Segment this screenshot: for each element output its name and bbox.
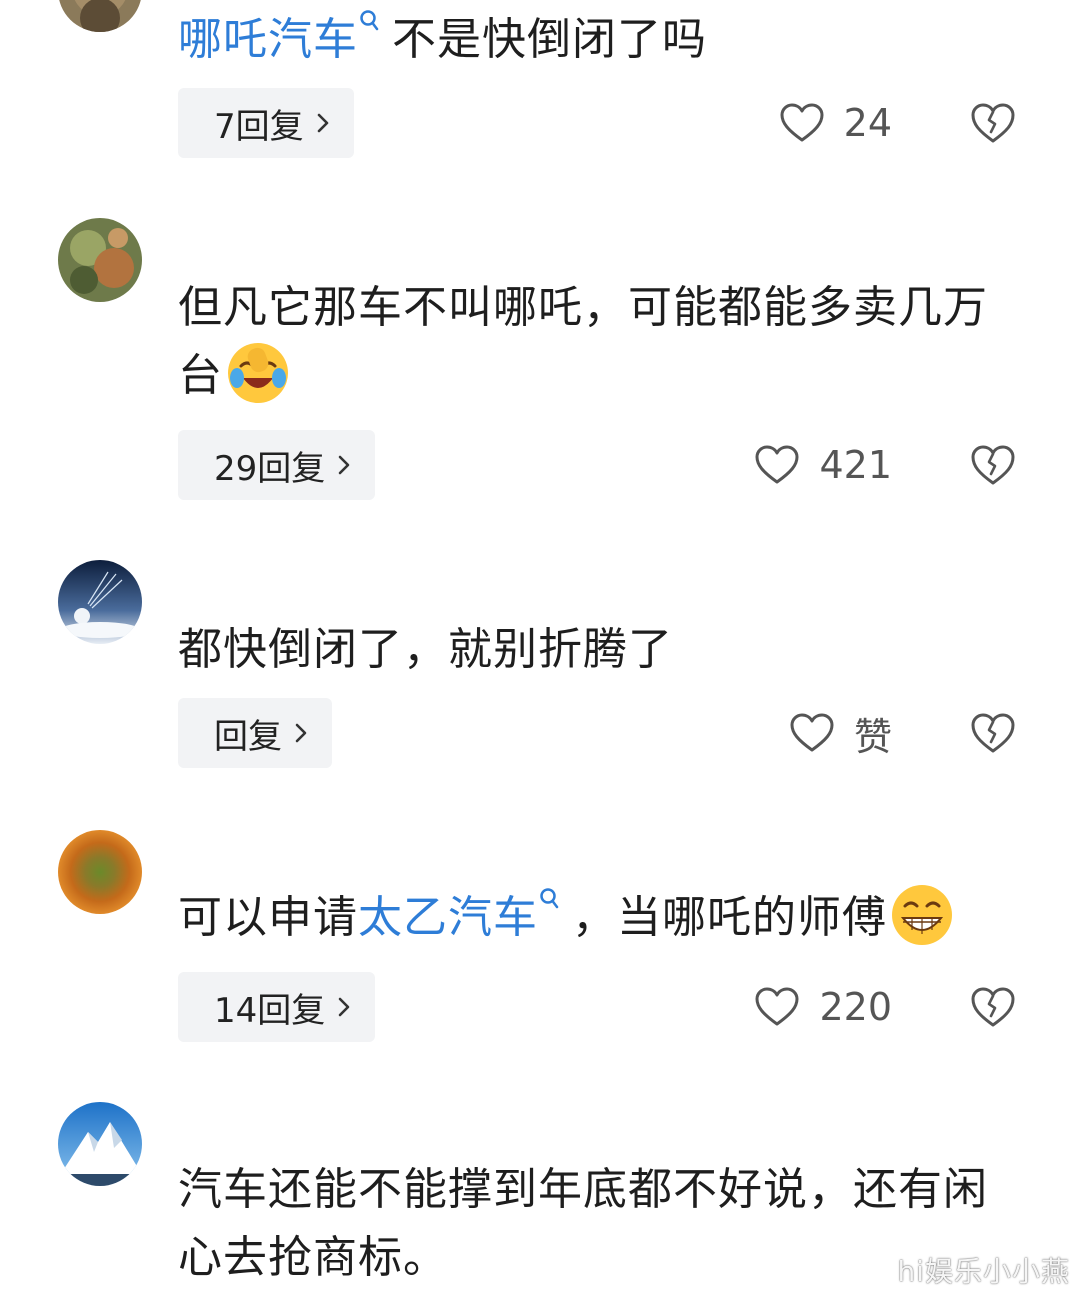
reply-label: 29回复 xyxy=(214,448,326,489)
comment-text: 汽车还能不能撑到年底都不好说，还有闲心去抢商标。 xyxy=(178,1156,1018,1292)
chevron-right-icon xyxy=(338,997,350,1017)
reply-label: 14回复 xyxy=(214,990,326,1031)
avatar[interactable] xyxy=(58,218,142,302)
like-button[interactable]: 220 xyxy=(755,972,892,1042)
broken-heart-icon[interactable] xyxy=(970,444,1016,486)
search-icon xyxy=(360,10,379,31)
comment-body: 汽车还能不能撑到年底都不好说，还有闲心去抢商标。 xyxy=(178,1164,988,1283)
broken-heart-icon[interactable] xyxy=(970,712,1016,754)
laughing-crying-emoji xyxy=(228,343,288,403)
heart-outline-icon xyxy=(755,445,799,484)
like-button[interactable]: 421 xyxy=(755,430,892,500)
reply-button[interactable]: 14回复 xyxy=(178,972,376,1042)
like-button[interactable]: 赞 xyxy=(790,698,892,768)
reply-button[interactable]: 7回复 xyxy=(178,88,354,158)
heart-outline-icon xyxy=(780,103,824,142)
heart-outline-icon xyxy=(755,987,799,1026)
broken-heart-icon[interactable] xyxy=(970,986,1016,1028)
like-count: 24 xyxy=(843,101,892,145)
comment-text: 可以申请太乙汽车 ，当哪吒的师傅 xyxy=(178,884,1018,952)
grinning-emoji xyxy=(892,885,952,945)
avatar[interactable] xyxy=(58,0,142,32)
topic-link[interactable]: 太乙汽车 xyxy=(358,892,538,943)
avatar[interactable] xyxy=(58,830,142,914)
comment-body-before: 可以申请 xyxy=(178,892,358,943)
reply-label: 回复 xyxy=(214,716,282,757)
avatar[interactable] xyxy=(58,560,142,644)
comment-text: 但凡它那车不叫哪吒，可能都能多卖几万台 xyxy=(178,274,1018,410)
comment-text: 都快倒闭了，就别折腾了 xyxy=(178,616,1018,684)
chevron-right-icon xyxy=(295,723,307,743)
comment-text: 哪吒汽车 不是快倒闭了吗 xyxy=(178,6,1018,74)
comment-body-after: ，当哪吒的师傅 xyxy=(572,892,887,943)
comment-body: 但凡它那车不叫哪吒，可能都能多卖几万台 xyxy=(178,282,988,401)
heart-outline-icon xyxy=(790,713,834,752)
reply-button[interactable]: 29回复 xyxy=(178,430,376,500)
comment-body: 不是快倒闭了吗 xyxy=(392,14,707,65)
chevron-right-icon xyxy=(338,455,350,475)
broken-heart-icon[interactable] xyxy=(970,102,1016,144)
reply-label: 7回复 xyxy=(214,106,304,147)
like-label: 赞 xyxy=(853,714,892,759)
comment-body: 都快倒闭了，就别折腾了 xyxy=(178,624,673,675)
avatar[interactable] xyxy=(58,1102,142,1186)
watermark: hi娱乐小小燕 xyxy=(897,1255,1070,1288)
like-count: 220 xyxy=(819,985,892,1029)
chevron-right-icon xyxy=(317,113,328,133)
like-count: 421 xyxy=(819,443,892,487)
search-icon xyxy=(540,888,559,909)
reply-button[interactable]: 回复 xyxy=(178,698,332,768)
like-button[interactable]: 24 xyxy=(780,88,892,158)
topic-link[interactable]: 哪吒汽车 xyxy=(178,14,358,65)
